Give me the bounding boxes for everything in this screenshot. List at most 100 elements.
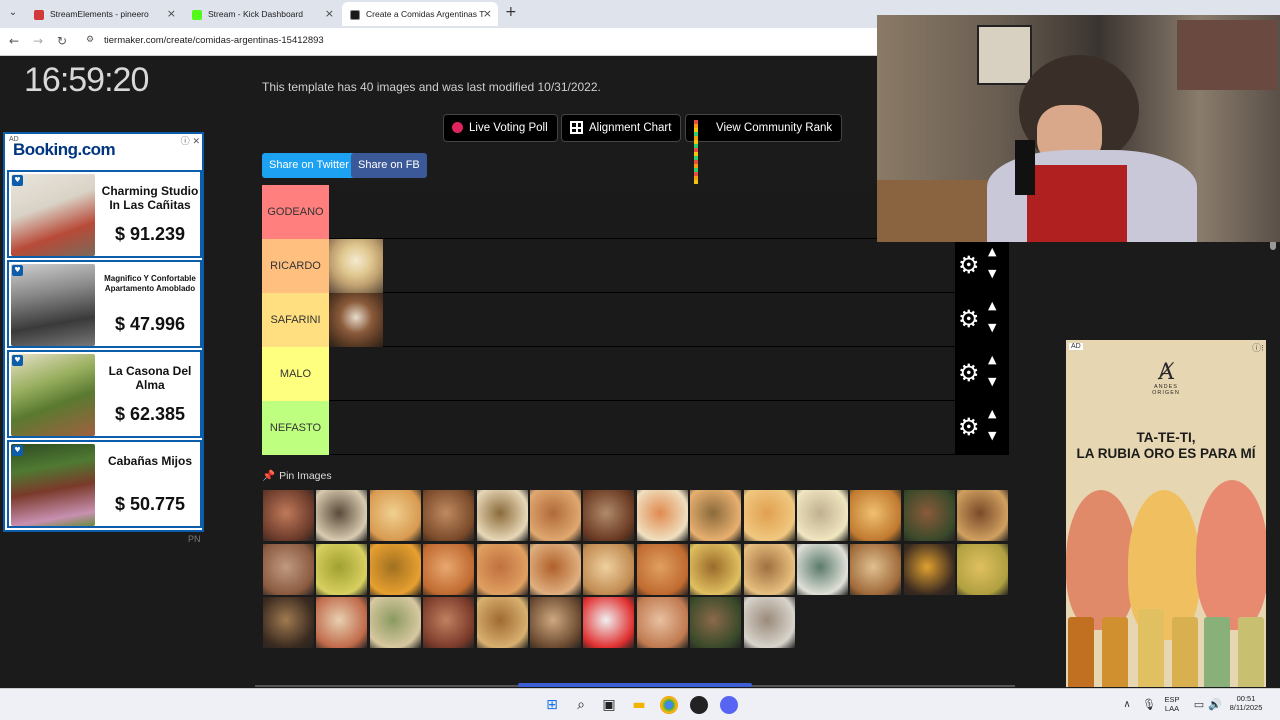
tab-streamelements[interactable]: StreamElements - pineero × — [26, 2, 182, 26]
heart-icon[interactable]: ♥ — [12, 445, 23, 456]
food-image[interactable] — [262, 596, 315, 649]
food-image[interactable] — [368, 489, 422, 542]
close-tab-icon[interactable]: × — [167, 2, 176, 26]
food-image[interactable] — [368, 596, 422, 649]
food-image[interactable] — [742, 542, 796, 596]
food-image[interactable] — [475, 596, 529, 649]
food-image[interactable] — [742, 489, 796, 542]
food-image[interactable] — [796, 542, 849, 596]
tier-label[interactable]: RICARDO — [262, 239, 329, 293]
food-image[interactable] — [315, 542, 369, 596]
tier-label[interactable]: NEFASTO — [262, 401, 329, 455]
file-explorer-icon[interactable]: ▬ — [630, 696, 648, 714]
food-image[interactable] — [689, 489, 743, 542]
site-info-icon[interactable]: ⚙ — [86, 35, 94, 45]
chevron-down-icon[interactable]: ▼ — [988, 429, 996, 442]
microphone-icon[interactable]: 🎙 — [1140, 696, 1158, 714]
reload-icon[interactable]: ↻ — [53, 32, 71, 50]
food-image[interactable] — [262, 542, 315, 596]
chevron-up-icon[interactable]: ∧ — [1118, 696, 1136, 714]
food-image[interactable] — [635, 596, 689, 649]
food-image[interactable] — [796, 489, 849, 542]
food-image[interactable] — [582, 542, 636, 596]
food-image[interactable] — [689, 542, 743, 596]
gear-icon[interactable]: ⚙ — [958, 306, 980, 332]
food-image[interactable] — [262, 489, 315, 542]
chevron-down-icon[interactable]: ▼ — [988, 267, 996, 280]
horizontal-scroll-thumb[interactable] — [518, 683, 752, 687]
food-image[interactable] — [582, 596, 636, 649]
food-image[interactable] — [475, 542, 529, 596]
volume-icon[interactable]: 🔊 — [1206, 696, 1224, 714]
close-tab-icon[interactable]: × — [325, 2, 334, 26]
pin-images-toggle[interactable]: 📌 Pin Images — [262, 469, 332, 482]
address-bar[interactable]: ⚙ tiermaker.com/create/comidas-argentina… — [80, 31, 880, 53]
food-image[interactable] — [689, 596, 743, 649]
food-image[interactable] — [635, 542, 689, 596]
listing-card[interactable]: ♥ Magnifico Y Confortable Apartamento Am… — [7, 260, 202, 348]
food-image[interactable] — [956, 489, 1010, 542]
food-image[interactable] — [475, 489, 529, 542]
chevron-up-icon[interactable]: ▲ — [988, 299, 996, 312]
tier-label[interactable]: SAFARINI — [262, 293, 329, 347]
food-image[interactable] — [529, 542, 582, 596]
tab-tiermaker[interactable]: Create a Comidas Argentinas T × — [342, 2, 498, 26]
heart-icon[interactable]: ♥ — [12, 355, 23, 366]
chevron-down-icon[interactable]: ▼ — [988, 321, 996, 334]
obs-icon[interactable] — [690, 696, 708, 714]
food-image[interactable] — [635, 489, 689, 542]
windows-start-icon[interactable]: ⊞ — [543, 696, 561, 714]
tab-search-icon[interactable]: ⌄ — [4, 4, 22, 22]
tier-label[interactable]: MALO — [262, 347, 329, 401]
food-image[interactable] — [902, 489, 956, 542]
chevron-up-icon[interactable]: ▲ — [988, 353, 996, 366]
food-image[interactable] — [315, 596, 369, 649]
language-indicator[interactable]: ESP LAA — [1160, 695, 1184, 713]
chrome-icon[interactable] — [660, 696, 678, 714]
gear-icon[interactable]: ⚙ — [958, 252, 980, 278]
forward-icon[interactable]: → — [29, 32, 47, 50]
food-image[interactable] — [329, 293, 383, 347]
gear-icon[interactable]: ⚙ — [958, 360, 980, 386]
food-image[interactable] — [849, 542, 903, 596]
food-image[interactable] — [902, 542, 956, 596]
share-twitter-button[interactable]: Share on Twitter — [262, 153, 356, 178]
beer-ad[interactable]: AD ⓘ⁝ Ⱥ ANDES ORIGEN TA-TE-TI, LA RUBIA … — [1066, 340, 1266, 687]
chevron-down-icon[interactable]: ▼ — [988, 375, 996, 388]
share-fb-button[interactable]: Share on FB — [351, 153, 427, 178]
booking-ad[interactable]: AD Booking.com ⓘ ✕ ♥ Charming Studio In … — [3, 132, 204, 532]
listing-card[interactable]: ♥ Charming Studio In Las Cañitas $ 91.23… — [7, 170, 202, 258]
tab-kick-dashboard[interactable]: Stream - Kick Dashboard × — [184, 2, 340, 26]
live-voting-poll-button[interactable]: Live Voting Poll — [443, 114, 558, 142]
food-image[interactable] — [742, 596, 796, 649]
heart-icon[interactable]: ♥ — [12, 175, 23, 186]
task-view-icon[interactable]: ▣ — [600, 696, 618, 714]
heart-icon[interactable]: ♥ — [12, 265, 23, 276]
ad-info-icon[interactable]: ⓘ⁝ — [1252, 341, 1264, 354]
food-image[interactable] — [849, 489, 903, 542]
listing-card[interactable]: ♥ Cabañas Mijos $ 50.775 — [7, 440, 202, 528]
food-image[interactable] — [582, 489, 636, 542]
booking-logo[interactable]: Booking.com — [13, 140, 116, 160]
tier-label[interactable]: GODEANO — [262, 185, 329, 239]
search-icon[interactable]: ⌕ — [572, 696, 590, 714]
food-image[interactable] — [329, 239, 383, 293]
food-image[interactable] — [529, 596, 582, 649]
listing-card[interactable]: ♥ La Casona Del Alma $ 62.385 — [7, 350, 202, 438]
food-image[interactable] — [422, 542, 476, 596]
food-image[interactable] — [956, 542, 1010, 596]
alignment-chart-button[interactable]: Alignment Chart — [561, 114, 682, 142]
food-image[interactable] — [422, 489, 476, 542]
new-tab-icon[interactable]: + — [505, 4, 517, 20]
view-community-rank-button[interactable]: View Community Rank — [685, 114, 843, 184]
chevron-up-icon[interactable]: ▲ — [988, 407, 996, 420]
ad-close-icon[interactable]: ⓘ ✕ — [181, 134, 200, 147]
system-clock[interactable]: 00:51 8/11/2025 — [1224, 694, 1268, 712]
chevron-up-icon[interactable]: ▲ — [988, 245, 996, 258]
gear-icon[interactable]: ⚙ — [958, 414, 980, 440]
food-image[interactable] — [529, 489, 582, 542]
discord-icon[interactable] — [720, 696, 738, 714]
food-image[interactable] — [368, 542, 422, 596]
food-image[interactable] — [422, 596, 476, 649]
close-tab-icon[interactable]: × — [483, 2, 492, 26]
